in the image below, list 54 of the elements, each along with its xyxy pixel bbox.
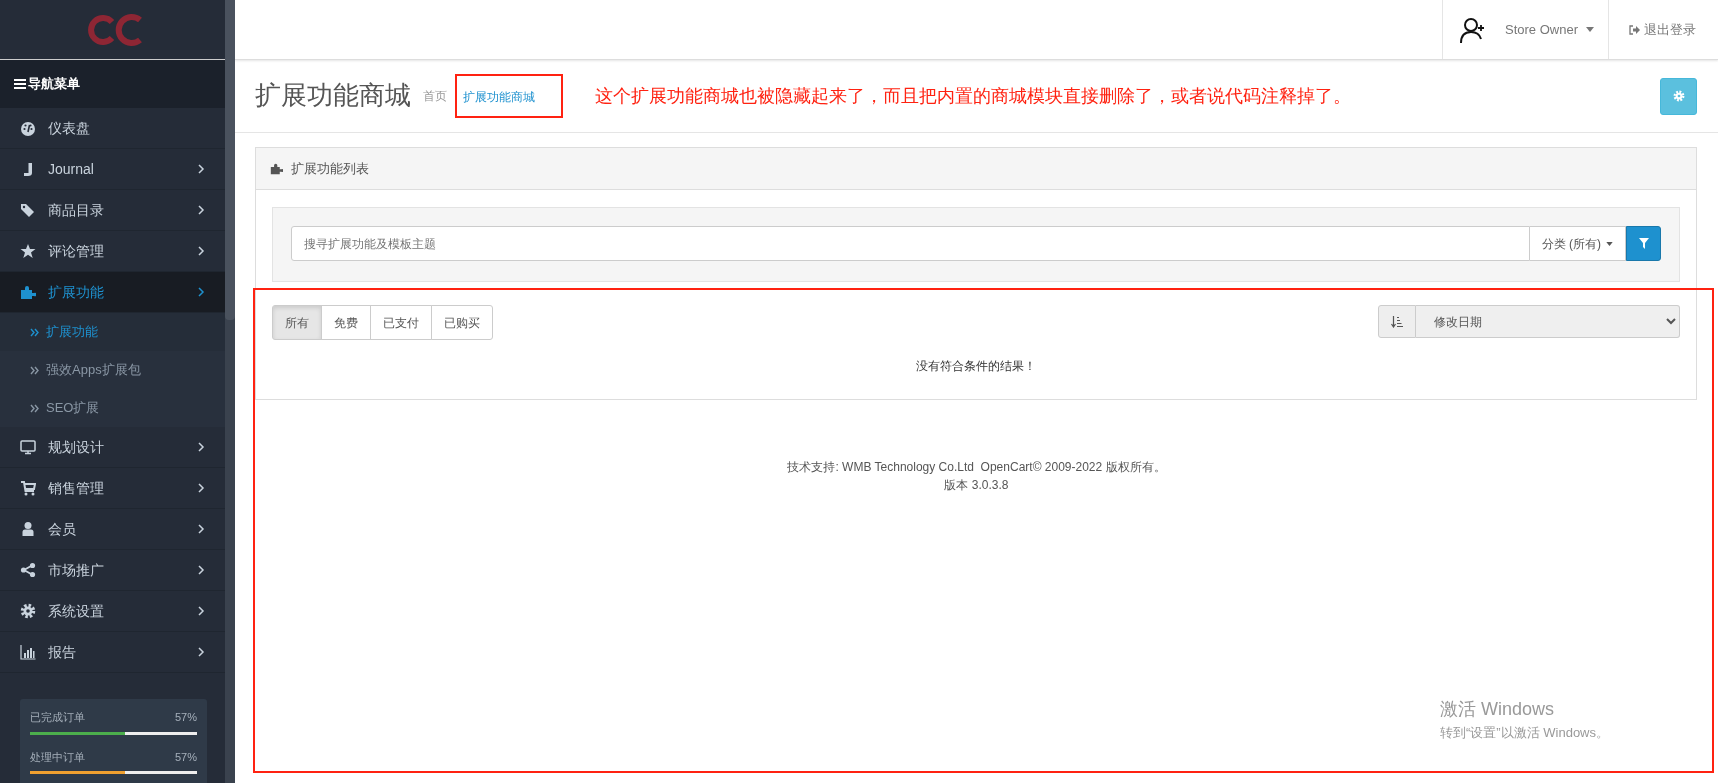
filter-icon [1638,238,1649,249]
gauge-icon [20,120,36,136]
menu-heading: 导航菜单 [28,75,80,94]
scrollbar-thumb[interactable] [225,0,235,320]
sidebar-subitem[interactable]: SEO扩展 [0,389,225,427]
progress-label: 处理中订单 [30,749,85,765]
double-chevron-icon [30,403,39,413]
sidebar-subitem[interactable]: 强效Apps扩展包 [0,351,225,389]
footer-credit: 技术支持: WMB Technology Co.Ltd OpenCart© 2009-2022 版权所有。 [786,459,1167,476]
annotation-text: 这个扩展功能商城也被隐藏起来了，而且把内置的商城模块直接删除了，或者说代码注释掉了。 [595,84,1351,108]
sidebar-item[interactable]: 报告 [0,632,225,673]
activation-hint: 转到“设置”以激活 Windows。 [1440,724,1609,742]
cart-icon [20,480,36,496]
caret-icon [1606,241,1613,246]
sort-icon [1391,315,1403,328]
version-text: 版本 3.0.3.8 [943,477,1010,494]
category-dropdown[interactable]: 分类 (所有) [1529,226,1626,261]
filter-tab[interactable]: 已购买 [431,305,493,340]
share-icon [20,562,36,578]
star-icon [20,243,36,259]
caret-icon [1586,27,1594,32]
filter-tab[interactable]: 免费 [321,305,371,340]
empty-message: 没有符合条件的结果！ [915,358,1037,375]
puzzle-icon [270,162,283,175]
user-add-icon [1459,15,1487,44]
panel-title: 扩展功能列表 [291,159,369,178]
logout-link[interactable]: 退出登录 [1609,0,1718,59]
sidebar-item[interactable]: 扩展功能 [0,272,225,313]
tag-icon [20,202,36,218]
sidebar-item[interactable]: 仪表盘 [0,108,225,149]
double-chevron-icon [30,365,39,375]
monitor-icon [20,439,36,455]
progress-reading: 57% [174,749,197,765]
bar-chart-icon [20,644,36,660]
activation-title: 激活 Windows [1440,698,1556,721]
filter-button[interactable] [1626,226,1661,261]
progress-reading: 57% [174,710,197,725]
filter-tab[interactable]: 已支付 [370,305,432,340]
page-title: 扩展功能商城 [255,80,411,112]
puzzle-icon [20,284,36,300]
menu-icon [14,78,26,90]
user-icon [20,521,36,537]
settings-button[interactable] [1660,77,1697,115]
search-field[interactable]: 搜寻扩展功能及模板主题 [291,226,1530,261]
sidebar-item[interactable]: 系统设置 [0,591,225,632]
double-chevron-icon [30,327,39,337]
sort-select[interactable]: 修改日期 [1416,305,1680,338]
progress-label: 已完成订单 [30,710,85,725]
filter-tab[interactable]: 所有 [272,305,322,340]
gear-icon [20,603,36,619]
sign-out-icon [1629,24,1640,35]
user-menu[interactable]: Store Owner [1505,19,1594,40]
settings-icon [1672,90,1685,102]
breadcrumb-link[interactable]: 扩展功能商城 [463,88,535,106]
